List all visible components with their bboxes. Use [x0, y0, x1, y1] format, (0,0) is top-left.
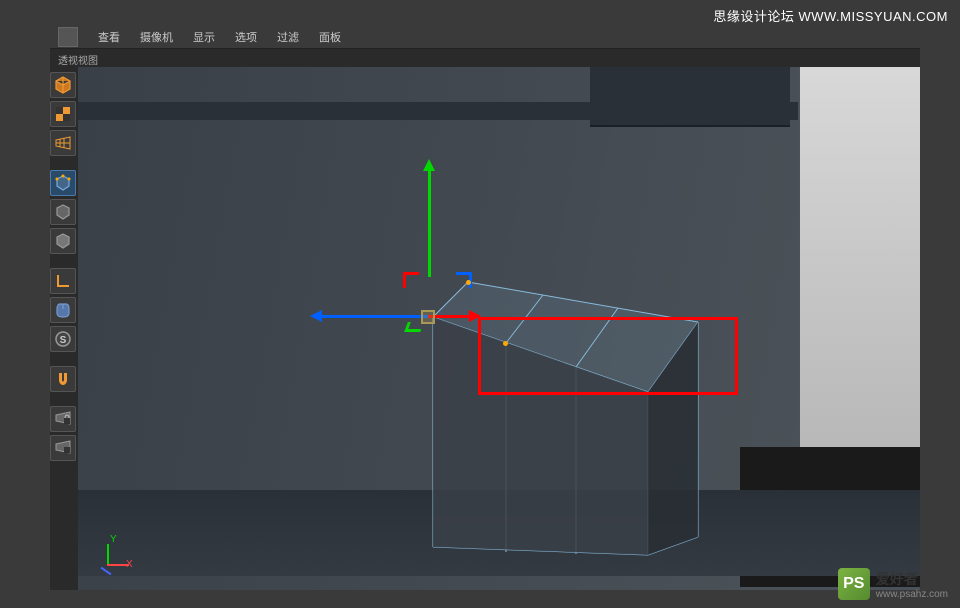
toolbar-spacer-4: [50, 395, 76, 403]
selected-box-wireframe[interactable]: [418, 267, 718, 557]
menu-view[interactable]: 查看: [90, 25, 128, 49]
wall-right-geometry: [800, 67, 920, 447]
world-axis-indicator: Y X: [92, 536, 132, 576]
viewport-icon: [58, 27, 78, 47]
world-y-axis-icon: [107, 544, 109, 566]
annotation-rectangle: [478, 317, 738, 395]
gizmo-y-axis[interactable]: [428, 167, 431, 277]
snap-button[interactable]: S: [50, 326, 76, 352]
snap-S-icon: S: [54, 330, 72, 348]
magnet-icon: [54, 370, 72, 388]
toolbar-spacer-2: [50, 257, 76, 265]
ps-logo-icon: PS: [838, 568, 870, 600]
checker-icon: [54, 105, 72, 123]
texture-mode-button[interactable]: [50, 101, 76, 127]
menu-camera[interactable]: 摄像机: [132, 25, 181, 49]
svg-text:S: S: [60, 335, 67, 346]
toolbar-spacer-3: [50, 355, 76, 363]
model-mode-button[interactable]: [50, 72, 76, 98]
toolbar-spacer: [50, 159, 76, 167]
app-window: 查看 摄像机 显示 选项 过滤 面板 透视视图: [50, 25, 920, 590]
unlock-grid-icon: [54, 439, 72, 457]
cube-poly-icon: [54, 232, 72, 250]
point-mode-button[interactable]: [50, 170, 76, 196]
viewport-menubar: 查看 摄像机 显示 选项 过滤 面板: [50, 25, 920, 49]
menu-display[interactable]: 显示: [185, 25, 223, 49]
workplane-button[interactable]: [50, 130, 76, 156]
axis-button[interactable]: [50, 268, 76, 294]
viewport-3d[interactable]: Y X: [78, 67, 920, 590]
axis-L-icon: [54, 272, 72, 290]
watermark-text: 爱好者: [876, 571, 918, 587]
edge-mode-button[interactable]: [50, 199, 76, 225]
unlock-button[interactable]: [50, 435, 76, 461]
grid-icon: [54, 134, 72, 152]
menu-options[interactable]: 选项: [227, 25, 265, 49]
mouse-icon: [54, 301, 72, 319]
watermark-url: www.psahz.com: [876, 589, 948, 600]
selected-vertex-1[interactable]: [466, 280, 471, 285]
gizmo-x-axis[interactable]: [318, 315, 428, 318]
tweak-button[interactable]: [50, 297, 76, 323]
watermark-bottom: PS 爱好者 www.psahz.com: [838, 568, 948, 600]
window-geometry: [590, 67, 790, 127]
world-y-label: Y: [110, 534, 117, 545]
cube-icon: [54, 76, 72, 94]
gizmo-yz-plane[interactable]: [403, 272, 419, 288]
menu-panel[interactable]: 面板: [311, 25, 349, 49]
world-x-label: X: [126, 559, 133, 570]
world-z-axis-icon: [101, 567, 112, 576]
polygon-mode-button[interactable]: [50, 228, 76, 254]
menu-filter[interactable]: 过滤: [269, 25, 307, 49]
cube-edge-icon: [54, 203, 72, 221]
lock-button[interactable]: [50, 406, 76, 432]
magnet-button[interactable]: [50, 366, 76, 392]
cube-point-icon: [54, 174, 72, 192]
lock-grid-icon: [54, 410, 72, 428]
mode-toolbar: S: [50, 72, 78, 461]
scene-3d: Y X: [78, 67, 920, 590]
watermark-top: 思缘设计论坛 WWW.MISSYUAN.COM: [713, 6, 948, 25]
